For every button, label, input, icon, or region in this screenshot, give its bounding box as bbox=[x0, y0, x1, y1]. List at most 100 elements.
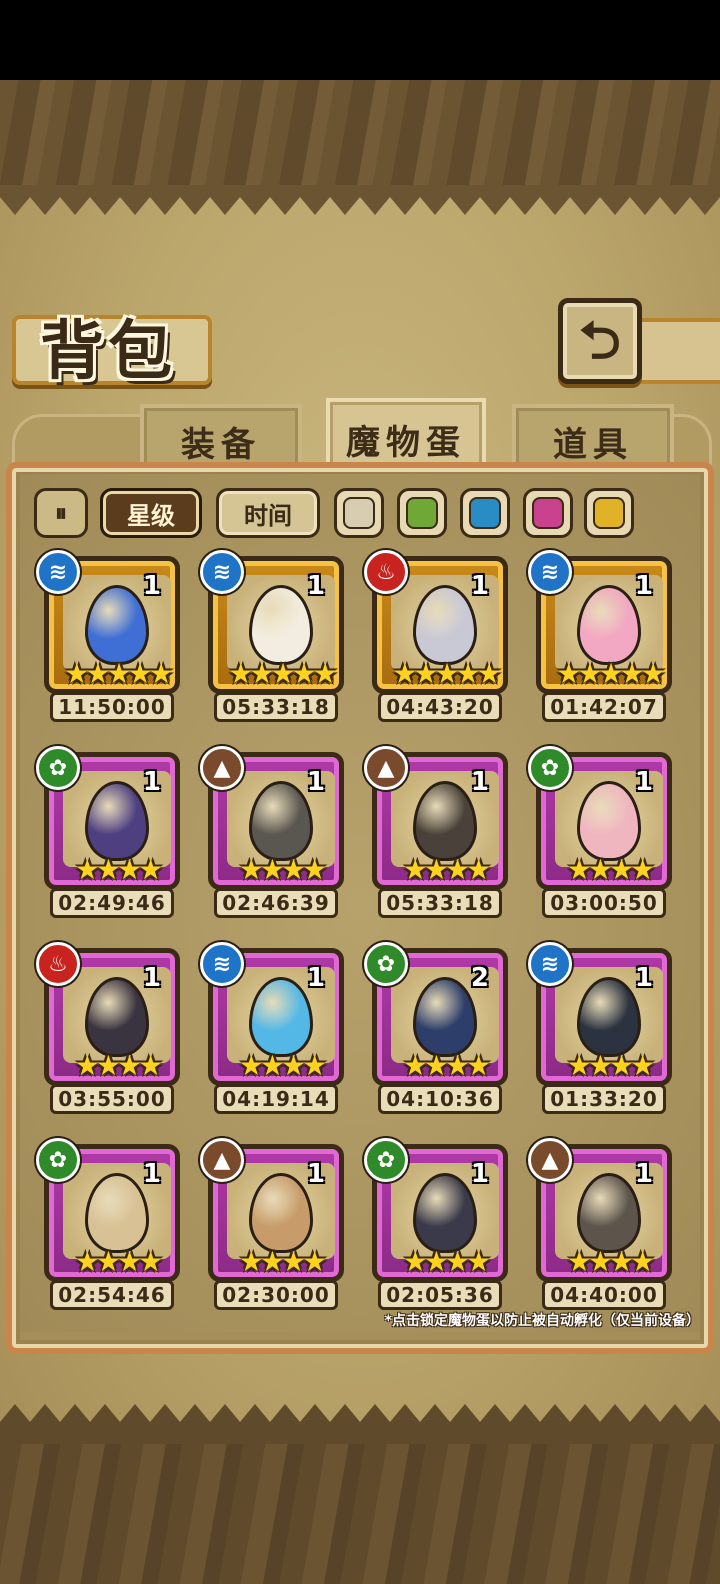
sort-toggle-icon: ⏸ bbox=[55, 499, 67, 527]
leaf-element-icon: ✿ bbox=[364, 942, 408, 986]
water-element-icon: ≋ bbox=[200, 550, 244, 594]
monster-egg-image bbox=[85, 585, 149, 665]
fire-element-icon: ♨ bbox=[364, 550, 408, 594]
egg-hatch-timer: 11:50:00 bbox=[50, 692, 174, 722]
monster-egg-image bbox=[249, 977, 313, 1057]
egg-count: 1 bbox=[142, 571, 161, 601]
egg-star-rating: ★★★★ bbox=[238, 853, 327, 886]
egg-count: 1 bbox=[634, 767, 653, 797]
egg-star-rating: ★★★★ bbox=[238, 1245, 327, 1278]
leaf-element-icon: ✿ bbox=[36, 746, 80, 790]
color-filter-swatch[interactable] bbox=[334, 488, 384, 538]
back-button[interactable]: ⮌ bbox=[558, 298, 642, 384]
return-arrow-icon: ⮌ bbox=[579, 311, 621, 371]
egg-count: 1 bbox=[306, 963, 325, 993]
color-filter-swatch[interactable] bbox=[397, 488, 447, 538]
egg-star-rating: ★★★★★ bbox=[228, 657, 338, 690]
egg-star-rating: ★★★★ bbox=[566, 1245, 655, 1278]
monster-egg-image bbox=[85, 977, 149, 1057]
egg-card[interactable]: 1 ★★★★ ✿ 02:05:36 bbox=[364, 1138, 508, 1310]
egg-hatch-timer: 04:40:00 bbox=[542, 1280, 666, 1310]
top-wood-border bbox=[0, 80, 720, 190]
egg-card[interactable]: 1 ★★★★ ≋ 04:19:14 bbox=[200, 942, 344, 1114]
egg-star-rating: ★★★★★ bbox=[392, 657, 502, 690]
monster-egg-image bbox=[577, 781, 641, 861]
water-element-icon: ≋ bbox=[528, 550, 572, 594]
bottom-zigzag-edge bbox=[0, 1404, 720, 1444]
status-bar-area bbox=[0, 0, 720, 80]
egg-hatch-timer: 02:54:46 bbox=[50, 1280, 174, 1310]
egg-hatch-timer: 01:33:20 bbox=[542, 1084, 666, 1114]
egg-count: 1 bbox=[634, 1159, 653, 1189]
color-swatch-chip bbox=[406, 497, 438, 529]
egg-card[interactable]: 1 ★★★★★ ♨ 04:43:20 bbox=[364, 550, 508, 722]
egg-card[interactable]: 1 ★★★★ ▲ 02:46:39 bbox=[200, 746, 344, 918]
monster-egg-image bbox=[85, 1173, 149, 1253]
egg-card[interactable]: 1 ★★★★ ✿ 02:49:46 bbox=[36, 746, 180, 918]
egg-count: 1 bbox=[470, 1159, 489, 1189]
egg-count: 2 bbox=[470, 963, 489, 993]
leaf-element-icon: ✿ bbox=[528, 746, 572, 790]
monster-egg-image bbox=[249, 781, 313, 861]
sort-order-button[interactable]: ⏸ bbox=[34, 488, 88, 538]
page-title: 背包 bbox=[40, 315, 176, 389]
color-filter-swatch[interactable] bbox=[523, 488, 573, 538]
egg-hatch-timer: 02:05:36 bbox=[378, 1280, 502, 1310]
egg-card[interactable]: 2 ★★★★ ✿ 04:10:36 bbox=[364, 942, 508, 1114]
monster-egg-image bbox=[85, 781, 149, 861]
egg-hatch-timer: 03:55:00 bbox=[50, 1084, 174, 1114]
egg-star-rating: ★★★★ bbox=[566, 853, 655, 886]
egg-card[interactable]: 1 ★★★★ ✿ 03:00:50 bbox=[528, 746, 672, 918]
egg-card[interactable]: 1 ★★★★ ▲ 04:40:00 bbox=[528, 1138, 672, 1310]
monster-egg-image bbox=[249, 1173, 313, 1253]
egg-star-rating: ★★★★ bbox=[74, 1245, 163, 1278]
egg-card[interactable]: 1 ★★★★ ♨ 03:55:00 bbox=[36, 942, 180, 1114]
monster-egg-image bbox=[413, 977, 477, 1057]
color-filter-swatch[interactable] bbox=[584, 488, 634, 538]
color-swatch-chip bbox=[532, 497, 564, 529]
egg-card[interactable]: 1 ★★★★★ ≋ 05:33:18 bbox=[200, 550, 344, 722]
monster-egg-image bbox=[577, 1173, 641, 1253]
egg-star-rating: ★★★★ bbox=[74, 1049, 163, 1082]
egg-hatch-timer: 04:19:14 bbox=[214, 1084, 338, 1114]
leaf-element-icon: ✿ bbox=[36, 1138, 80, 1182]
egg-hatch-timer: 03:00:50 bbox=[542, 888, 666, 918]
egg-card[interactable]: 1 ★★★★ ▲ 02:30:00 bbox=[200, 1138, 344, 1310]
egg-count: 1 bbox=[470, 767, 489, 797]
mountain-element-icon: ▲ bbox=[200, 746, 244, 790]
lock-hint-footnote: *点击锁定魔物蛋以防止被自动孵化（仅当前设备） bbox=[384, 1313, 700, 1329]
egg-hatch-timer: 04:10:36 bbox=[378, 1084, 502, 1114]
fire-element-icon: ♨ bbox=[36, 942, 80, 986]
egg-star-rating: ★★★★★ bbox=[64, 657, 174, 690]
sort-by-stars-button[interactable]: 星级 bbox=[100, 488, 202, 538]
egg-count: 1 bbox=[306, 767, 325, 797]
top-zigzag-edge bbox=[0, 185, 720, 215]
egg-card[interactable]: 1 ★★★★★ ≋ 11:50:00 bbox=[36, 550, 180, 722]
egg-card[interactable]: 1 ★★★★ ✿ 02:54:46 bbox=[36, 1138, 180, 1310]
egg-star-rating: ★★★★ bbox=[566, 1049, 655, 1082]
egg-hatch-timer: 01:42:07 bbox=[542, 692, 666, 722]
egg-hatch-timer: 02:46:39 bbox=[214, 888, 338, 918]
monster-egg-image bbox=[577, 585, 641, 665]
mountain-element-icon: ▲ bbox=[364, 746, 408, 790]
egg-hatch-timer: 05:33:18 bbox=[378, 888, 502, 918]
egg-card[interactable]: 1 ★★★★ ▲ 05:33:18 bbox=[364, 746, 508, 918]
egg-hatch-timer: 04:43:20 bbox=[378, 692, 502, 722]
egg-count: 1 bbox=[634, 571, 653, 601]
egg-card[interactable]: 1 ★★★★★ ≋ 01:42:07 bbox=[528, 550, 672, 722]
egg-card[interactable]: 1 ★★★★ ≋ 01:33:20 bbox=[528, 942, 672, 1114]
water-element-icon: ≋ bbox=[200, 942, 244, 986]
water-element-icon: ≋ bbox=[528, 942, 572, 986]
water-element-icon: ≋ bbox=[36, 550, 80, 594]
egg-hatch-timer: 05:33:18 bbox=[214, 692, 338, 722]
egg-count: 1 bbox=[306, 571, 325, 601]
leaf-element-icon: ✿ bbox=[364, 1138, 408, 1182]
egg-hatch-timer: 02:30:00 bbox=[214, 1280, 338, 1310]
egg-star-rating: ★★★★ bbox=[402, 853, 491, 886]
monster-egg-image bbox=[413, 781, 477, 861]
color-swatch-chip bbox=[343, 497, 375, 529]
color-filter-swatch[interactable] bbox=[460, 488, 510, 538]
sort-by-time-button[interactable]: 时间 bbox=[216, 488, 320, 538]
egg-hatch-timer: 02:49:46 bbox=[50, 888, 174, 918]
egg-count: 1 bbox=[142, 963, 161, 993]
